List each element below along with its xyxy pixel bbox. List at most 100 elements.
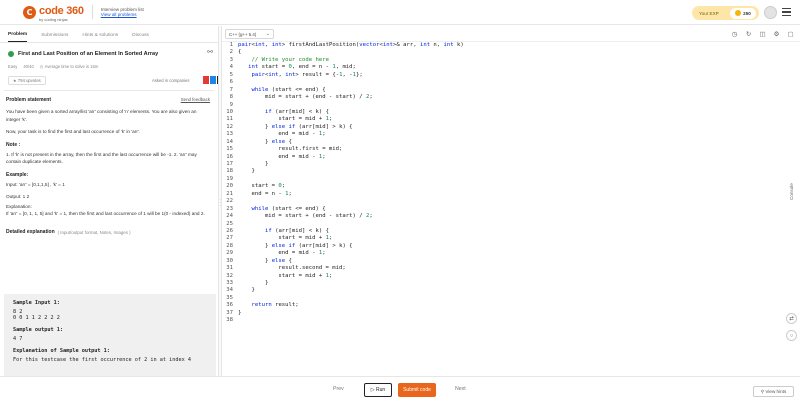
code-line[interactable]: } xyxy=(238,161,783,168)
layout-icon[interactable]: ◫ xyxy=(758,29,767,38)
code-line[interactable]: end = mid - 1; xyxy=(238,154,783,161)
example-heading: Example: xyxy=(6,171,29,178)
code-line[interactable]: start = mid + 1; xyxy=(238,116,783,123)
line-number: 11 xyxy=(226,116,233,123)
logo[interactable]: C code 360 by coding ninjas xyxy=(23,2,84,22)
view-hints-button[interactable]: ⚲ View hints xyxy=(753,386,794,397)
code-line[interactable] xyxy=(238,317,783,324)
code-line[interactable] xyxy=(238,176,783,183)
code-line[interactable]: } xyxy=(238,280,783,287)
line-number: 13 xyxy=(226,131,233,138)
sample-output-values: 4 7 xyxy=(13,336,23,342)
submit-code-button[interactable]: Submit code xyxy=(398,383,436,397)
code-line[interactable] xyxy=(238,198,783,205)
code-line[interactable]: return result; xyxy=(238,302,783,309)
code-line[interactable]: if (arr[mid] < k) { xyxy=(238,109,783,116)
detailed-explanation-toggle[interactable]: Detailed explanation ( Input/output form… xyxy=(6,228,212,237)
code-line[interactable] xyxy=(238,79,783,86)
line-number: 5 xyxy=(229,71,233,78)
chat-icon[interactable]: ○ xyxy=(786,330,797,341)
line-number: 31 xyxy=(226,265,233,272)
settings-gear-icon[interactable]: ⚙ xyxy=(772,29,781,38)
code-line[interactable]: result.first = mid; xyxy=(238,146,783,153)
tab-problem[interactable]: Problem xyxy=(8,32,28,42)
code-line[interactable]: } else if (arr[mid] > k) { xyxy=(238,124,783,131)
line-number: 20 xyxy=(226,183,233,190)
line-number: 32 xyxy=(226,272,233,279)
line-number: 16 xyxy=(226,153,233,160)
logo-subtext: by coding ninjas xyxy=(39,17,68,22)
fullscreen-icon[interactable]: ▢ xyxy=(786,29,795,38)
reset-icon[interactable]: ↻ xyxy=(744,29,753,38)
upvote-button[interactable]: ★ 794 upvotes xyxy=(8,76,46,85)
code-line[interactable]: mid = start + (end - start) / 2; xyxy=(238,213,783,220)
next-button[interactable]: Next xyxy=(455,386,466,392)
code-line[interactable] xyxy=(238,295,783,302)
code-line[interactable]: start = mid + 1; xyxy=(238,273,783,280)
tab-submissions[interactable]: Submissions xyxy=(41,33,68,42)
code-line[interactable]: } else { xyxy=(238,258,783,265)
line-number: 25 xyxy=(226,220,233,227)
line-number: 37 xyxy=(226,309,233,316)
asked-in-label: Asked in companies xyxy=(152,78,190,83)
hamburger-menu-icon[interactable] xyxy=(782,8,791,18)
code-line[interactable]: { xyxy=(238,49,783,56)
code-line[interactable] xyxy=(238,221,783,228)
sample-input-values: 8 2 0 0 1 1 2 2 2 2 xyxy=(13,309,60,321)
code-editor[interactable]: pair<int, int> firstAndLastPosition(vect… xyxy=(238,42,783,342)
line-number: 19 xyxy=(226,175,233,182)
divider xyxy=(4,90,214,91)
tab-hints-solutions[interactable]: Hints & solutions xyxy=(82,33,118,42)
console-toggle[interactable]: Console xyxy=(789,183,794,200)
explanation-text: If 'arr' = [0, 1, 1, 5] and 'k' = 1, the… xyxy=(6,211,205,216)
code-line[interactable]: while (start <= end) { xyxy=(238,87,783,94)
code-line[interactable]: pair<int, int> result = {-1, -1}; xyxy=(238,72,783,79)
line-number: 21 xyxy=(226,190,233,197)
code-line[interactable]: end = n - 1; xyxy=(238,191,783,198)
line-number: 1 xyxy=(229,42,233,48)
code-line[interactable]: } else if (arr[mid] > k) { xyxy=(238,243,783,250)
code-line[interactable]: start = 0; xyxy=(238,183,783,190)
line-number: 27 xyxy=(226,235,233,242)
line-number: 36 xyxy=(226,302,233,309)
drag-handle-icon: · · · xyxy=(219,197,222,209)
code-line[interactable]: int start = 0, end = n - 1, mid; xyxy=(238,64,783,71)
code-line[interactable]: end = mid - 1; xyxy=(238,131,783,138)
logo-mark: C xyxy=(23,5,36,19)
code-line[interactable] xyxy=(238,102,783,109)
view-all-problems-link[interactable]: View all problems xyxy=(101,12,144,17)
line-number: 28 xyxy=(226,242,233,249)
run-button[interactable]: ▷ Run xyxy=(364,383,392,397)
code-line[interactable]: while (start <= end) { xyxy=(238,206,783,213)
share-icon[interactable]: ⚯ xyxy=(207,48,213,56)
problem-tabs: Problem Submissions Hints & solutions Di… xyxy=(0,26,218,43)
compare-icon[interactable]: ⇄ xyxy=(786,313,797,324)
timer-icon[interactable]: ◷ xyxy=(730,29,739,38)
code-line[interactable]: } xyxy=(238,168,783,175)
language-select[interactable]: C++ (g++ 5.4) ⌄ xyxy=(225,29,274,39)
tab-discuss[interactable]: Discuss xyxy=(132,33,149,42)
code-line[interactable]: } xyxy=(238,287,783,294)
avatar[interactable] xyxy=(764,6,777,19)
editor-toolbar: C++ (g++ 5.4) ⌄ ◷ ↻ ◫ ⚙ ▢ xyxy=(222,26,800,42)
line-number: 17 xyxy=(226,161,233,167)
code-line[interactable]: if (arr[mid] < k) { xyxy=(238,228,783,235)
code-line[interactable]: } else { xyxy=(238,139,783,146)
prev-button[interactable]: Prev xyxy=(333,386,344,392)
line-number: 9 xyxy=(229,101,233,108)
code-line[interactable]: } xyxy=(238,310,783,317)
code-line[interactable]: pair<int, int> firstAndLastPosition(vect… xyxy=(238,42,783,49)
code-line[interactable]: result.second = mid; xyxy=(238,265,783,272)
line-number: 4 xyxy=(229,64,233,71)
send-feedback-link[interactable]: Send feedback xyxy=(181,97,210,102)
code-line[interactable]: // Write your code here xyxy=(238,57,783,64)
code-line[interactable]: end = mid - 1; xyxy=(238,250,783,257)
line-number: 38 xyxy=(226,317,233,324)
line-number: 18 xyxy=(226,168,233,175)
code-line[interactable]: start = mid + 1; xyxy=(238,235,783,242)
exp-badge[interactable]: Your EXP 250 xyxy=(692,6,759,20)
line-number: 34 xyxy=(226,287,233,294)
exp-value: 250 xyxy=(743,10,751,16)
top-bar: C code 360 by coding ninjas Interview pr… xyxy=(0,0,800,25)
code-line[interactable]: mid = start + (end - start) / 2; xyxy=(238,94,783,101)
